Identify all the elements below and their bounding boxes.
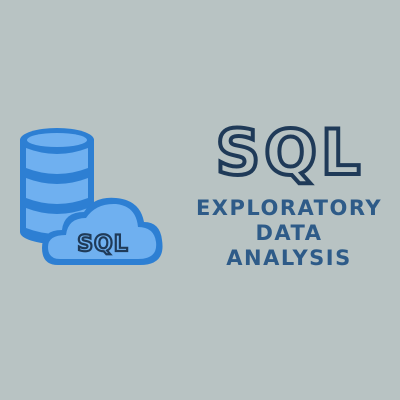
headline-title: SQL [216,116,365,188]
subtitle-line-2: DATA [255,221,323,245]
subtitle-line-3: ANALYSIS [226,246,352,270]
subtitle: EXPLORATORY DATA ANALYSIS [184,196,394,271]
cloud-sql-label: SQL [77,232,129,257]
subtitle-line-1: EXPLORATORY [195,196,383,220]
poster-canvas: SQL SQL EXPLORATORY DATA ANALYSIS [0,0,400,400]
headline-svg: SQL [214,114,365,188]
